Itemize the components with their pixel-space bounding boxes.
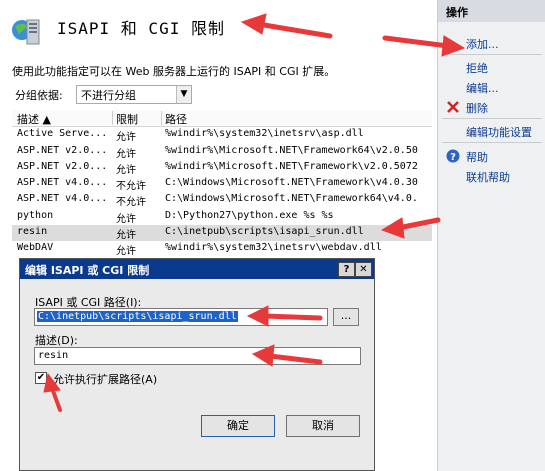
arrow-title: [255, 21, 333, 39]
cancel-button[interactable]: 取消: [286, 415, 360, 437]
description-label: 描述(D):: [35, 334, 78, 347]
table-row[interactable]: ASP.NET v4.0... 不允许 C:\Windows\Microsoft…: [12, 192, 432, 208]
edit-restriction-dialog: 编辑 ISAPI 或 CGI 限制 ? ✕ ISAPI 或 CGI 路径(I):…: [19, 258, 375, 471]
close-button[interactable]: ✕: [355, 262, 372, 277]
edit-settings-action[interactable]: 编辑功能设置: [466, 124, 532, 140]
actions-title: 操作: [446, 6, 468, 19]
edit-action[interactable]: 编辑...: [466, 80, 499, 96]
path-value: C:\inetpub\scripts\isapi_srun.dll: [37, 311, 238, 322]
groupby-value: 不进行分组: [81, 89, 136, 102]
deny-action[interactable]: 拒绝: [466, 60, 488, 76]
table-header: 描述 ▲ 限制 路径: [12, 110, 432, 128]
table-row-selected[interactable]: resin 允许 C:\inetpub\scripts\isapi_srun.d…: [12, 225, 432, 242]
delete-action[interactable]: 删除: [466, 100, 488, 116]
dialog-titlebar[interactable]: 编辑 ISAPI 或 CGI 限制 ? ✕: [20, 259, 374, 279]
ok-button[interactable]: 确定: [201, 415, 275, 437]
column-header-restriction[interactable]: 限制: [116, 111, 138, 126]
table-row[interactable]: ASP.NET v2.0... 允许 %windir%\Microsoft.NE…: [12, 160, 432, 176]
table-row[interactable]: WebDAV 允许 %windir%\system32\inetsrv\webd…: [12, 241, 432, 257]
allow-label: 允许执行扩展路径(A): [53, 373, 158, 386]
divider: [442, 54, 542, 55]
allow-checkbox[interactable]: ✔: [35, 372, 47, 384]
svg-text:?: ?: [450, 152, 456, 163]
server-icon: [9, 14, 43, 48]
table-row[interactable]: python 允许 D:\Python27\python.exe %s %s: [12, 209, 432, 225]
page-description: 使用此功能指定可以在 Web 服务器上运行的 ISAPI 和 CGI 扩展。: [12, 65, 336, 78]
chevron-down-icon[interactable]: ▼: [176, 86, 191, 103]
divider: [442, 142, 542, 143]
actions-pane: 操作 添加... 拒绝 编辑... 删除 编辑功能设置 ? 帮助 联机帮助: [437, 0, 545, 471]
table-row[interactable]: ASP.NET v4.0... 不允许 C:\Windows\Microsoft…: [12, 176, 432, 192]
restrictions-table: 描述 ▲ 限制 路径 Active Serve... 允许 %windir%\s…: [12, 110, 432, 258]
browse-button[interactable]: ...: [333, 308, 359, 326]
help-button[interactable]: ?: [338, 262, 355, 277]
column-header-description[interactable]: 描述 ▲: [17, 111, 127, 126]
column-header-path[interactable]: 路径: [165, 111, 187, 126]
table-row[interactable]: Active Serve... 允许 %windir%\system32\ine…: [12, 127, 432, 143]
arrow-title-head: [240, 13, 267, 35]
delete-icon: [446, 100, 460, 114]
groupby-select[interactable]: 不进行分组 ▼: [76, 85, 192, 104]
groupby-label: 分组依据:: [15, 89, 63, 102]
groupby-bar: 分组依据: 不进行分组 ▼: [12, 84, 192, 104]
add-action[interactable]: 添加...: [466, 36, 499, 52]
divider: [442, 118, 542, 119]
online-help-action[interactable]: 联机帮助: [466, 169, 510, 185]
help-icon: ?: [446, 149, 460, 163]
path-input[interactable]: C:\inetpub\scripts\isapi_srun.dll: [34, 308, 328, 326]
actions-header: 操作: [438, 0, 545, 22]
description-value: resin: [38, 350, 69, 361]
description-input[interactable]: resin: [34, 347, 361, 365]
table-row[interactable]: ASP.NET v2.0... 允许 %windir%\Microsoft.NE…: [12, 144, 432, 160]
help-action[interactable]: 帮助: [466, 149, 488, 165]
dialog-title: 编辑 ISAPI 或 CGI 限制: [25, 264, 150, 277]
page-title: ISAPI 和 CGI 限制: [57, 19, 225, 38]
